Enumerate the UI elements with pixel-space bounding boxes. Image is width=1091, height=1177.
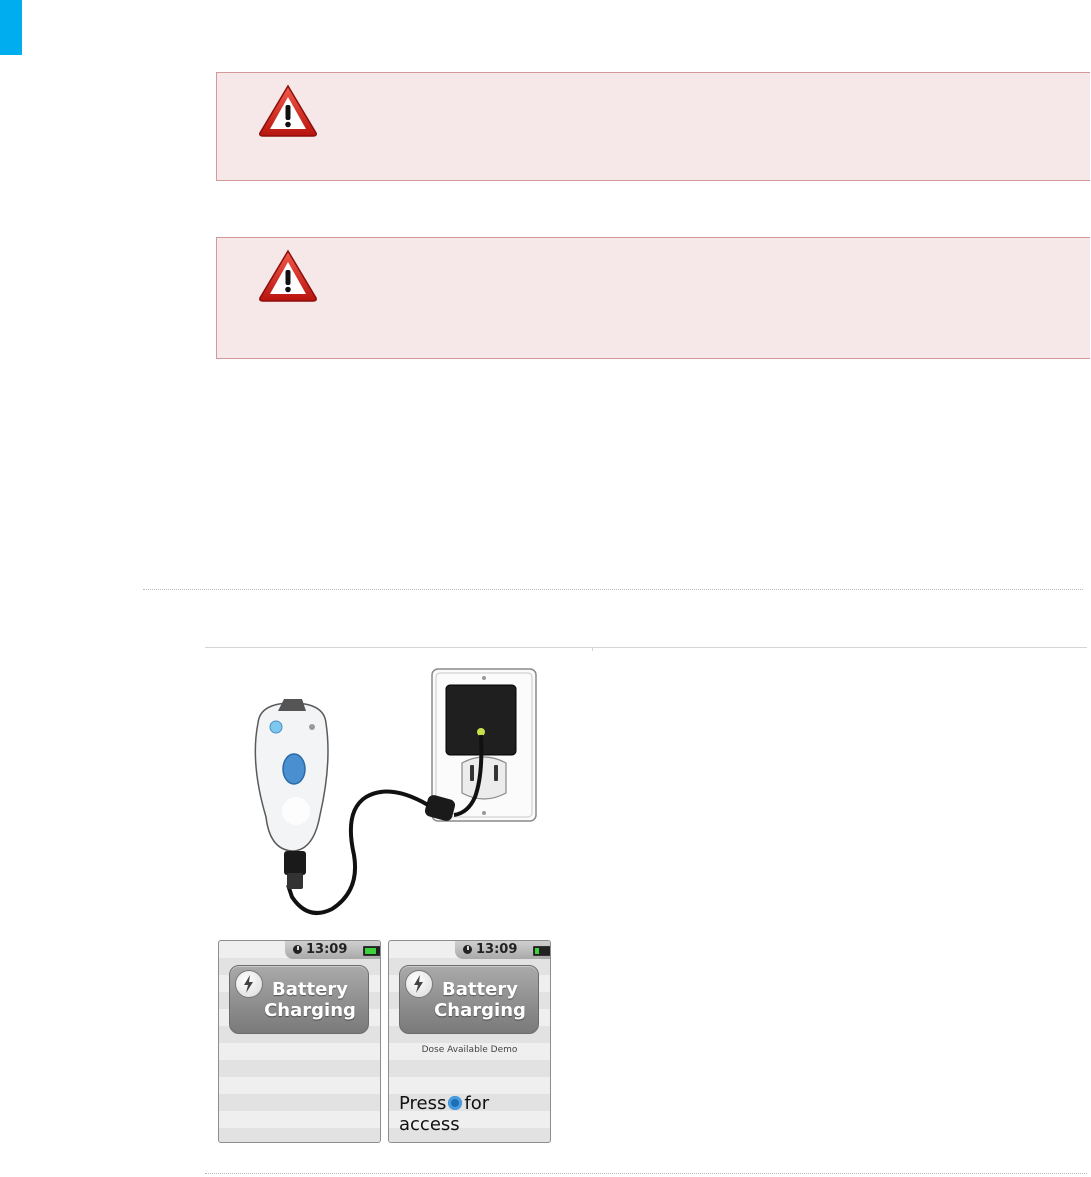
status-bar: 13:09 xyxy=(285,941,380,959)
section-divider xyxy=(205,1173,1087,1174)
column-divider xyxy=(592,647,593,651)
clock-icon xyxy=(463,945,472,954)
section-divider xyxy=(143,589,1083,590)
warning-triangle-icon xyxy=(259,249,317,302)
press-text-line2: access xyxy=(399,1114,460,1135)
warning-triangle-icon xyxy=(259,84,317,137)
charging-label-line2: Charging xyxy=(264,1000,356,1021)
charging-label-line1: Battery xyxy=(442,979,518,1000)
table-header-rule xyxy=(205,647,1087,648)
battery-charging-panel: Battery Charging xyxy=(229,965,369,1034)
device-charging-illustration xyxy=(254,668,537,915)
press-text-after: for xyxy=(464,1093,490,1114)
battery-level-fill xyxy=(365,948,376,954)
charging-label-line2: Charging xyxy=(434,1000,526,1021)
charging-label: Battery Charging xyxy=(426,979,534,1021)
device-screen: 13:09 Battery Charging xyxy=(218,940,381,1143)
battery-charging-panel: Battery Charging xyxy=(399,965,539,1034)
charging-label-line1: Battery xyxy=(272,979,348,1000)
clock-icon xyxy=(293,945,302,954)
dose-available-text: Dose Available Demo xyxy=(421,1045,518,1055)
clock-time: 13:09 xyxy=(306,942,348,957)
press-text-before: Press xyxy=(399,1093,447,1114)
status-bar: 13:09 xyxy=(455,941,550,959)
battery-icon xyxy=(363,946,380,956)
charging-label: Battery Charging xyxy=(256,979,364,1021)
clock-time: 13:09 xyxy=(476,942,518,957)
warning-box xyxy=(216,72,1090,181)
press-for-access-prompt: Press for access xyxy=(399,1093,489,1135)
battery-icon xyxy=(533,946,550,956)
battery-level-fill xyxy=(535,948,539,954)
accent-bar xyxy=(0,0,22,55)
warning-box xyxy=(216,237,1090,359)
round-button-icon xyxy=(448,1096,463,1110)
device-screen: 13:09 Battery Charging Dose Available De… xyxy=(388,940,551,1143)
